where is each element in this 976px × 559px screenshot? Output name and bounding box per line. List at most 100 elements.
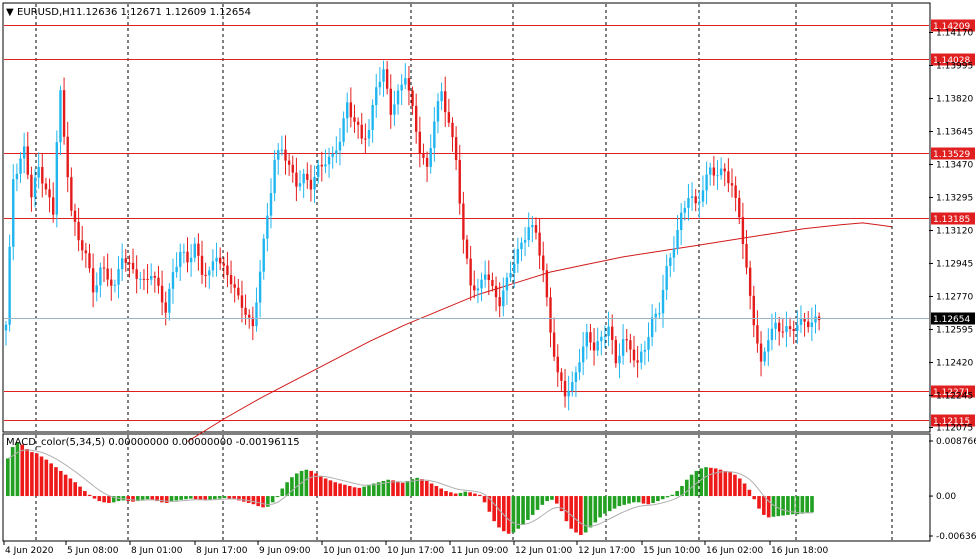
candle-bear[interactable] — [422, 153, 425, 158]
candle-bull[interactable] — [647, 337, 650, 350]
candle-bull[interactable] — [262, 238, 265, 272]
candle-bear[interactable] — [469, 258, 472, 286]
candle-bull[interactable] — [509, 273, 512, 278]
candle-bear[interactable] — [320, 164, 324, 167]
candle-bear[interactable] — [88, 253, 91, 269]
candle-bear[interactable] — [407, 78, 411, 91]
candle-bull[interactable] — [621, 339, 625, 356]
candle-bull[interactable] — [672, 248, 676, 258]
candle-bear[interactable] — [636, 360, 639, 363]
candle-bull[interactable] — [258, 271, 262, 303]
candle-bull[interactable] — [342, 118, 345, 142]
candle-bear[interactable] — [745, 243, 748, 268]
candle-bear[interactable] — [730, 183, 734, 186]
candle-bull[interactable] — [4, 324, 8, 331]
candle-bull[interactable] — [168, 288, 171, 313]
candle-bear[interactable] — [306, 173, 309, 180]
candle-bear[interactable] — [538, 232, 541, 256]
candle-bear[interactable] — [759, 343, 763, 362]
candle-bear[interactable] — [465, 239, 469, 259]
candle-bear[interactable] — [560, 372, 563, 381]
candle-bear[interactable] — [222, 263, 225, 266]
candle-bull[interactable] — [513, 263, 516, 274]
candle-bull[interactable] — [396, 90, 400, 105]
candle-bull[interactable] — [95, 285, 98, 293]
candle-bull[interactable] — [578, 362, 581, 373]
candle-bear[interactable] — [218, 257, 222, 264]
candle-bull[interactable] — [382, 69, 385, 82]
candle-bull[interactable] — [37, 167, 40, 178]
candle-bull[interactable] — [404, 78, 407, 85]
candle-bull[interactable] — [193, 243, 196, 258]
candle-bear[interactable] — [444, 91, 447, 113]
candle-bull[interactable] — [770, 328, 774, 341]
candle-bull[interactable] — [12, 179, 15, 247]
candle-bull[interactable] — [400, 84, 403, 91]
candle-bull[interactable] — [643, 349, 647, 352]
candle-bear[interactable] — [84, 250, 88, 254]
candle-bull[interactable] — [367, 129, 371, 139]
candle-bear[interactable] — [128, 262, 131, 264]
candle-bear[interactable] — [614, 339, 618, 364]
candle-bull[interactable] — [338, 141, 342, 151]
candle-bull[interactable] — [302, 173, 305, 184]
candle-bear[interactable] — [186, 251, 189, 263]
candle-bear[interactable] — [741, 217, 745, 244]
candle-bull[interactable] — [665, 266, 668, 290]
candle-bear[interactable] — [487, 274, 490, 280]
candle-bear[interactable] — [30, 174, 33, 198]
candle-bear[interactable] — [414, 105, 418, 132]
candle-bull[interactable] — [701, 190, 705, 202]
candle-bear[interactable] — [240, 295, 244, 308]
candle-bear[interactable] — [611, 326, 614, 340]
candle-bull[interactable] — [255, 302, 258, 327]
candle-bull[interactable] — [393, 104, 396, 115]
candle-bear[interactable] — [498, 297, 501, 307]
candle-bear[interactable] — [284, 149, 287, 161]
candle-bull[interactable] — [375, 87, 378, 106]
candle-bear[interactable] — [451, 122, 454, 138]
candle-bull[interactable] — [709, 167, 712, 175]
candle-bear[interactable] — [360, 124, 363, 139]
candle-bull[interactable] — [215, 257, 218, 262]
candle-bear[interactable] — [807, 321, 810, 328]
candle-bear[interactable] — [146, 278, 149, 280]
candle-bear[interactable] — [549, 297, 552, 333]
candle-bear[interactable] — [291, 164, 294, 173]
candle-bull[interactable] — [331, 153, 334, 157]
candle-bull[interactable] — [516, 249, 520, 264]
candle-bear[interactable] — [91, 268, 95, 293]
candle-bull[interactable] — [690, 196, 694, 198]
candle-bull[interactable] — [316, 164, 320, 177]
candle-bear[interactable] — [425, 157, 429, 167]
candle-bull[interactable] — [796, 324, 799, 332]
candle-bear[interactable] — [781, 331, 785, 333]
candle-bear[interactable] — [491, 279, 494, 286]
candle-bear[interactable] — [563, 380, 567, 397]
candle-bull[interactable] — [585, 332, 588, 347]
candle-bull[interactable] — [33, 177, 37, 198]
candle-bear[interactable] — [777, 322, 781, 332]
candle-bear[interactable] — [226, 265, 229, 276]
candle-bear[interactable] — [244, 307, 247, 315]
candle-bull[interactable] — [59, 90, 62, 143]
candle-bear[interactable] — [153, 276, 157, 278]
candle-bear[interactable] — [454, 137, 458, 160]
candle-bear[interactable] — [110, 279, 113, 286]
candle-bear[interactable] — [748, 267, 752, 296]
candle-bull[interactable] — [113, 284, 117, 286]
candle-bull[interactable] — [99, 267, 102, 286]
candle-bull[interactable] — [182, 251, 186, 253]
candle-bull[interactable] — [22, 146, 26, 159]
candle-bull[interactable] — [139, 278, 142, 280]
candle-bull[interactable] — [676, 229, 679, 249]
candle-bear[interactable] — [723, 168, 726, 172]
candle-bear[interactable] — [545, 270, 549, 298]
candle-bull[interactable] — [8, 246, 11, 325]
candle-bull[interactable] — [429, 148, 432, 167]
candle-bull[interactable] — [567, 390, 570, 397]
candle-bull[interactable] — [814, 316, 817, 323]
candle-bull[interactable] — [596, 341, 599, 351]
candle-bull[interactable] — [505, 277, 509, 291]
candle-bull[interactable] — [763, 351, 766, 362]
